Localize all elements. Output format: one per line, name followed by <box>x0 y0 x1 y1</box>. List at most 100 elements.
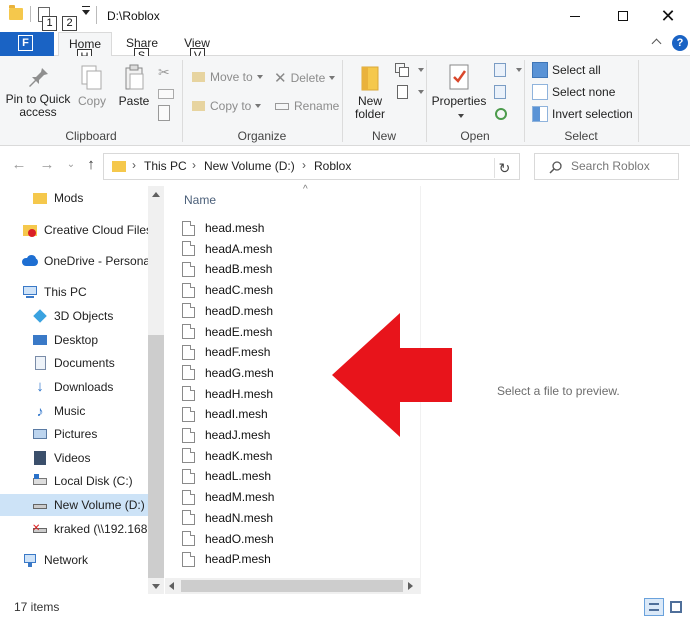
file-row[interactable]: headP.mesh <box>182 549 412 569</box>
breadcrumb-roblox[interactable]: Roblox <box>314 159 351 173</box>
file-list-scrollbar-thumb[interactable] <box>181 580 403 592</box>
open-button[interactable] <box>492 62 522 78</box>
minimize-button[interactable] <box>552 0 598 32</box>
scroll-right-arrow-icon[interactable] <box>408 582 413 590</box>
paste-button[interactable]: Paste <box>114 64 154 108</box>
pin-to-quick-access-button[interactable]: Pin to Quick access <box>4 64 72 119</box>
file-row[interactable]: headL.mesh <box>182 466 412 486</box>
details-view-button[interactable] <box>644 598 664 616</box>
nav-item-label: Desktop <box>54 333 99 347</box>
scroll-down-arrow-icon[interactable] <box>152 584 160 589</box>
file-row[interactable]: headA.mesh <box>182 239 412 259</box>
file-row[interactable]: headO.mesh <box>182 529 412 549</box>
search-input[interactable] <box>571 159 676 173</box>
nav-item-documents[interactable]: Documents <box>0 352 148 374</box>
cut-button[interactable]: ✂ <box>158 64 170 81</box>
invert-selection-icon <box>532 106 548 122</box>
nav-item-pictures[interactable]: Pictures <box>0 423 148 445</box>
select-all-label: Select all <box>552 63 601 77</box>
maximize-button[interactable] <box>600 0 646 32</box>
scroll-up-arrow-icon[interactable] <box>152 192 160 197</box>
quick-access-key-2: 2 <box>62 16 77 31</box>
nav-item-downloads[interactable]: ↓ Downloads <box>0 376 148 398</box>
nav-item-local-disk[interactable]: Local Disk (C:) <box>0 470 148 492</box>
move-to-label: Move to <box>210 70 253 84</box>
customize-quick-access-icon[interactable] <box>82 6 90 15</box>
new-folder-label-2: folder <box>354 107 386 121</box>
tab-file-key: F <box>18 35 33 51</box>
forward-button[interactable]: → <box>38 156 56 174</box>
nav-item-network-drive[interactable]: ✕ kraked (\\192.168.1 <box>0 518 148 540</box>
ribbon: Pin to Quick access Copy Paste ✂ Clipboa… <box>0 56 690 146</box>
file-row[interactable]: headN.mesh <box>182 508 412 528</box>
file-name: headC.mesh <box>205 283 274 298</box>
nav-item-onedrive[interactable]: OneDrive - Personal <box>0 250 148 272</box>
copy-button[interactable]: Copy <box>74 64 110 108</box>
delete-button[interactable]: ✕ Delete <box>274 69 336 87</box>
new-folder-button[interactable]: New folder <box>350 64 390 121</box>
new-item-button[interactable] <box>394 62 424 78</box>
file-icon <box>182 386 195 402</box>
tab-file[interactable]: F <box>0 32 54 56</box>
copy-to-label: Copy to <box>210 99 252 113</box>
nav-item-3d-objects[interactable]: 3D Objects <box>0 305 148 327</box>
select-none-button[interactable]: Select none <box>532 84 615 100</box>
help-icon[interactable]: ? <box>672 35 688 51</box>
item-count: 17 items <box>14 600 60 614</box>
tab-home[interactable]: Home H <box>58 32 112 65</box>
nav-item-desktop[interactable]: Desktop <box>0 329 148 351</box>
refresh-button[interactable]: ↻ <box>494 158 514 178</box>
maximize-icon <box>618 11 628 21</box>
nav-item-label: Creative Cloud Files <box>44 223 148 237</box>
history-button[interactable] <box>492 106 512 122</box>
easy-access-icon <box>394 84 410 100</box>
properties-button[interactable]: Properties <box>430 62 488 121</box>
paste-shortcut-button[interactable] <box>158 105 174 121</box>
folder-icon <box>9 5 23 20</box>
status-bar: 17 items <box>0 594 690 620</box>
file-row[interactable]: headK.mesh <box>182 446 412 466</box>
nav-item-videos[interactable]: Videos <box>0 447 148 469</box>
address-bar[interactable]: › This PC › New Volume (D:) › Roblox ↻ <box>103 153 590 180</box>
recent-locations-button[interactable]: ⌄ <box>62 156 80 174</box>
nav-item-network[interactable]: Network <box>0 549 148 571</box>
select-all-button[interactable]: Select all <box>532 62 601 78</box>
history-icon <box>492 106 508 122</box>
nav-item-music[interactable]: ♪ Music <box>0 400 148 422</box>
title-bar: 1 2 D:\Roblox ✕ <box>0 0 690 32</box>
tab-view[interactable]: View V <box>174 32 220 64</box>
file-row[interactable]: head.mesh <box>182 218 412 238</box>
file-row[interactable]: headB.mesh <box>182 259 412 279</box>
invert-selection-button[interactable]: Invert selection <box>532 106 633 122</box>
nav-item-creative-cloud[interactable]: Creative Cloud Files <box>0 219 148 241</box>
large-icons-view-button[interactable] <box>666 598 686 616</box>
back-button[interactable]: ← <box>10 156 28 174</box>
nav-item-this-pc[interactable]: This PC <box>0 281 148 303</box>
column-header-name[interactable]: Name <box>184 193 216 207</box>
easy-access-button[interactable] <box>394 84 424 100</box>
search-box[interactable] <box>534 153 679 180</box>
scissors-icon: ✂ <box>158 64 170 80</box>
scroll-left-arrow-icon[interactable] <box>169 582 174 590</box>
breadcrumb-new-volume[interactable]: New Volume (D:) <box>204 159 295 173</box>
up-button[interactable]: ↑ <box>82 156 100 174</box>
file-icon <box>182 303 195 319</box>
copy-path-button[interactable] <box>158 86 178 99</box>
nav-item-new-volume[interactable]: New Volume (D:) <box>0 494 148 516</box>
move-to-button[interactable]: Move to <box>190 69 263 85</box>
file-row[interactable]: headM.mesh <box>182 487 412 507</box>
chevron-down-icon <box>329 76 336 80</box>
file-name: headE.mesh <box>205 324 273 339</box>
nav-item-mods[interactable]: Mods <box>0 187 148 209</box>
close-button[interactable]: ✕ <box>645 0 690 32</box>
file-name: headJ.mesh <box>205 428 271 442</box>
copy-to-button[interactable]: Copy to <box>190 98 262 114</box>
file-row[interactable]: headC.mesh <box>182 280 412 300</box>
tab-share[interactable]: Share S <box>118 32 166 64</box>
details-view-icon <box>649 603 659 611</box>
chevron-down-icon <box>458 114 464 118</box>
edit-button[interactable] <box>492 84 512 100</box>
nav-pane-scrollbar-thumb[interactable] <box>148 335 164 578</box>
breadcrumb-this-pc[interactable]: This PC <box>144 159 187 173</box>
rename-button[interactable]: Rename <box>274 98 339 114</box>
